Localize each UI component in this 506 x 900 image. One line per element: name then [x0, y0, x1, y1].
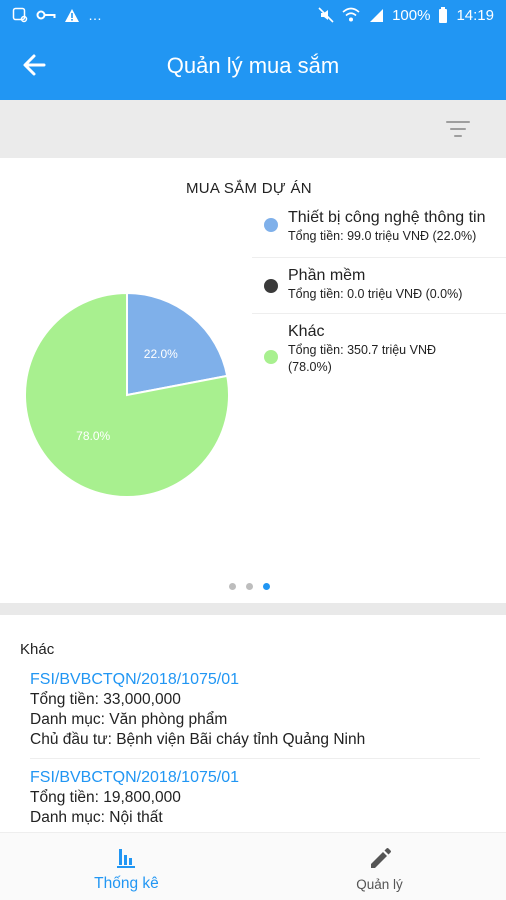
legend-name: Phần mềm: [288, 267, 366, 284]
purchase-code-link[interactable]: FSI/BVBCTQN/2018/1075/01: [30, 670, 480, 690]
page-dot[interactable]: [229, 583, 236, 590]
legend-item-other[interactable]: Khác Tổng tiền: 350.7 triệu VNĐ (78.0%): [252, 314, 506, 388]
list-item[interactable]: FSI/BVBCTQN/2018/1075/01 Tổng tiền: 19,8…: [30, 768, 480, 828]
warning-icon: [65, 8, 79, 22]
page-indicator: [229, 583, 270, 590]
clock: 14:19: [456, 6, 494, 24]
pie-slice-label: 22.0%: [144, 347, 178, 361]
group-title: Khác: [20, 641, 55, 658]
photo-notification-icon: [12, 7, 28, 23]
legend-item-software[interactable]: Phần mềm Tổng tiền: 0.0 triệu VNĐ (0.0%): [252, 258, 506, 314]
legend-name: Khác: [288, 323, 325, 340]
status-left-icons: …: [12, 7, 102, 23]
purchase-total: Tổng tiền: 19,800,000: [30, 789, 181, 806]
pencil-icon: [370, 848, 391, 868]
legend-item-it-equipment[interactable]: Thiết bị công nghệ thông tin Tổng tiền: …: [252, 204, 506, 258]
page-dot-active[interactable]: [263, 583, 270, 590]
pie-chart[interactable]: 22.0% 78.0%: [0, 158, 252, 578]
list-item[interactable]: FSI/BVBCTQN/2018/1075/01 Tổng tiền: 33,0…: [30, 670, 480, 750]
battery-percent: 100%: [392, 6, 431, 24]
purchase-list: Khác FSI/BVBCTQN/2018/1075/01 Tổng tiền:…: [0, 615, 506, 832]
app-bar: Quản lý mua sắm: [0, 30, 506, 100]
status-right-icons: 100% 14:19: [318, 7, 494, 24]
status-bar: … 100% 14:19: [0, 0, 506, 30]
chart-panel: MUA SẮM DỰ ÁN 22.0% 78.0% Thiết bị công n…: [0, 158, 506, 603]
purchase-investor: Chủ đầu tư: Bệnh viện Bãi cháy tỉnh Quản…: [30, 731, 366, 748]
list-divider: [30, 758, 480, 759]
legend-total: Tổng tiền: 0.0 triệu VNĐ (0.0%): [288, 287, 463, 301]
nav-label: Quản lý: [356, 877, 403, 892]
signal-icon: [370, 9, 384, 22]
purchase-category: Danh mục: Văn phòng phẩm: [30, 711, 228, 728]
filter-icon[interactable]: [446, 119, 470, 139]
mute-icon: [318, 7, 334, 23]
legend-color-dot: [264, 218, 278, 232]
legend-color-dot: [264, 350, 278, 364]
legend-total: Tổng tiền: 99.0 triệu VNĐ (22.0%): [288, 229, 477, 243]
purchase-total: Tổng tiền: 33,000,000: [30, 691, 181, 708]
more-notifications-dots: …: [88, 7, 102, 23]
nav-tab-statistics[interactable]: Thống kê: [0, 833, 253, 900]
page-dot[interactable]: [246, 583, 253, 590]
bar-chart-icon: [116, 849, 135, 868]
chart-legend: Thiết bị công nghệ thông tin Tổng tiền: …: [252, 204, 506, 388]
legend-name: Thiết bị công nghệ thông tin: [288, 209, 486, 226]
bottom-navigation: Thống kê Quản lý: [0, 832, 506, 900]
legend-total: Tổng tiền: 350.7 triệu VNĐ (78.0%): [288, 343, 436, 374]
nav-tab-manage[interactable]: Quản lý: [253, 833, 506, 900]
page-title: Quản lý mua sắm: [166, 53, 340, 78]
key-icon: [36, 10, 56, 20]
wifi-icon: [342, 7, 360, 22]
legend-color-dot: [264, 279, 278, 293]
section-divider: [0, 603, 506, 615]
purchase-category: Danh mục: Nội thất: [30, 809, 163, 826]
nav-label: Thống kê: [94, 875, 159, 892]
pie-slice-label: 78.0%: [76, 429, 110, 443]
battery-icon: [439, 7, 448, 23]
purchase-code-link[interactable]: FSI/BVBCTQN/2018/1075/01: [30, 768, 480, 788]
filter-bar: [0, 100, 506, 158]
